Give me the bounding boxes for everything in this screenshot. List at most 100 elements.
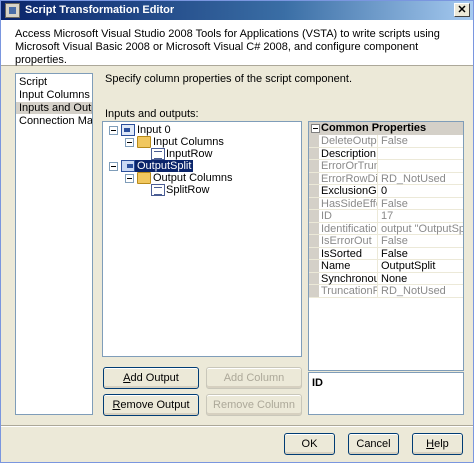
ok-button[interactable]: OK	[284, 433, 335, 455]
row-gutter	[309, 160, 319, 172]
property-help-title: ID	[312, 377, 323, 389]
add-column-button[interactable]: Add Column	[206, 367, 302, 389]
property-value[interactable]: False	[379, 235, 463, 247]
property-value[interactable]: RD_NotUsed	[379, 285, 463, 297]
title-bar[interactable]: Script Transformation Editor ✕	[1, 1, 473, 20]
add-output-button[interactable]: Add Output	[103, 367, 199, 389]
app-icon	[5, 3, 20, 18]
tree-node-output-columns[interactable]: Output Columns	[153, 172, 232, 184]
property-row[interactable]: IdentificationStringoutput "OutputSplit"…	[309, 222, 463, 235]
output-icon	[121, 160, 135, 172]
row-gutter	[309, 222, 319, 234]
cancel-button[interactable]: Cancel	[348, 433, 399, 455]
collapse-input-columns-icon[interactable]	[125, 138, 134, 147]
property-row[interactable]: DeleteOutputOnPathDetachedFalse	[309, 135, 463, 148]
tree-node-label: OutputSplit	[135, 160, 194, 172]
tree-node-splitrow[interactable]: SplitRow	[166, 184, 209, 196]
header-description: Access Microsoft Visual Studio 2008 Tool…	[15, 28, 440, 66]
row-gutter	[309, 197, 319, 209]
property-value[interactable]: None	[379, 273, 463, 285]
property-value[interactable]: False	[379, 248, 463, 260]
property-name: ExclusionGroup	[321, 185, 378, 197]
column-icon	[151, 148, 165, 160]
collapse-input0-icon[interactable]	[109, 126, 118, 135]
tree-node-inputrow[interactable]: InputRow	[166, 148, 212, 160]
category-header[interactable]: Common Properties	[309, 122, 463, 135]
tree-node-input0[interactable]: Input 0	[137, 124, 171, 136]
tree-node-outputsplit[interactable]: OutputSplit	[135, 160, 194, 172]
property-row[interactable]: ID 17	[309, 210, 463, 223]
row-gutter	[309, 272, 319, 284]
nav-list[interactable]: Script Input Columns Inputs and Outputs …	[15, 73, 93, 415]
property-value[interactable]: False	[379, 135, 463, 147]
button-label: emove Output	[120, 399, 190, 411]
row-gutter	[309, 285, 319, 297]
property-row[interactable]: ExclusionGroup0	[309, 185, 463, 198]
row-gutter	[309, 172, 319, 184]
property-row[interactable]: IsErrorOut False	[309, 235, 463, 248]
property-name: TruncationRowDisposition	[319, 285, 378, 297]
remove-output-button[interactable]: Remove Output	[103, 394, 199, 416]
property-name: ID	[319, 210, 378, 222]
property-value[interactable]: RD_NotUsed	[379, 173, 463, 185]
column-icon	[151, 184, 165, 196]
nav-item-input-columns[interactable]: Input Columns	[16, 89, 92, 101]
property-name: IsSorted	[319, 247, 378, 260]
folder-icon	[137, 172, 151, 184]
tree-node-label: SplitRow	[166, 184, 210, 196]
row-gutter	[309, 260, 319, 272]
property-row[interactable]: Name OutputSplit	[309, 260, 463, 273]
property-value[interactable]: output "OutputSplit" (17)	[379, 223, 463, 235]
tree-node-label: Input Columns	[153, 136, 224, 148]
collapse-output-columns-icon[interactable]	[125, 174, 134, 183]
nav-item-script[interactable]: Script	[16, 76, 92, 88]
remove-column-button[interactable]: Remove Column	[206, 394, 302, 416]
script-transformation-editor-window: Script Transformation Editor ✕ Access Mi…	[0, 0, 474, 463]
property-name: SynchronousInputID	[319, 272, 378, 285]
property-name: Name	[319, 260, 378, 272]
property-value[interactable]: 17	[379, 210, 463, 222]
nav-item-inputs-and-outputs[interactable]: Inputs and Outputs	[16, 102, 92, 114]
property-grid[interactable]: Common Properties DeleteOutputOnPathDeta…	[308, 121, 464, 371]
help-button[interactable]: Help	[412, 433, 463, 455]
row-gutter	[309, 247, 319, 259]
property-value[interactable]: 0	[379, 185, 463, 197]
property-name: ErrorRowDisposition	[321, 172, 378, 185]
nav-item-connection-managers[interactable]: Connection Managers	[16, 115, 92, 127]
footer-separator	[1, 425, 473, 427]
row-gutter	[309, 135, 319, 147]
property-row[interactable]: HasSideEffectsFalse	[309, 197, 463, 210]
header-panel: Access Microsoft Visual Studio 2008 Tool…	[1, 20, 473, 66]
property-help-panel: ID	[308, 372, 464, 415]
tree-node-label: Input 0	[137, 124, 171, 136]
button-label: dd Output	[130, 372, 179, 384]
tree-node-label: InputRow	[166, 148, 213, 160]
property-value[interactable]: False	[379, 198, 463, 210]
row-gutter	[309, 147, 319, 159]
property-row[interactable]: TruncationRowDispositionRD_NotUsed	[309, 285, 463, 298]
property-row[interactable]: SynchronousInputIDNone	[309, 272, 463, 285]
property-name: IdentificationString	[321, 222, 378, 235]
tree-node-input-columns[interactable]: Input Columns	[153, 136, 224, 148]
category-label: Common Properties	[321, 122, 427, 134]
inputs-outputs-label: Inputs and outputs:	[105, 108, 199, 120]
property-name: Description	[321, 147, 378, 160]
property-row[interactable]: ErrorRowDispositionRD_NotUsed	[309, 172, 463, 185]
inputs-outputs-tree[interactable]: Input 0 Input Columns InputRow OutputSpl…	[102, 121, 302, 357]
input-icon	[121, 124, 135, 136]
property-row[interactable]: ErrorOrTruncationOperation	[309, 160, 463, 173]
row-gutter	[309, 210, 319, 222]
accelerator-key: A	[123, 372, 131, 384]
property-name: ErrorOrTruncationOperation	[319, 160, 378, 172]
property-name: DeleteOutputOnPathDetached	[321, 135, 378, 147]
row-gutter	[309, 235, 319, 247]
accelerator-key: H	[426, 438, 435, 450]
close-icon[interactable]: ✕	[454, 3, 470, 17]
property-value[interactable]: OutputSplit	[379, 260, 463, 272]
button-label: elp	[434, 438, 449, 450]
collapse-category-icon[interactable]	[311, 124, 320, 133]
property-row[interactable]: Description	[309, 147, 463, 160]
collapse-outputsplit-icon[interactable]	[109, 162, 118, 171]
page-description: Specify column properties of the script …	[105, 73, 353, 85]
property-row[interactable]: IsSorted False	[309, 247, 463, 260]
